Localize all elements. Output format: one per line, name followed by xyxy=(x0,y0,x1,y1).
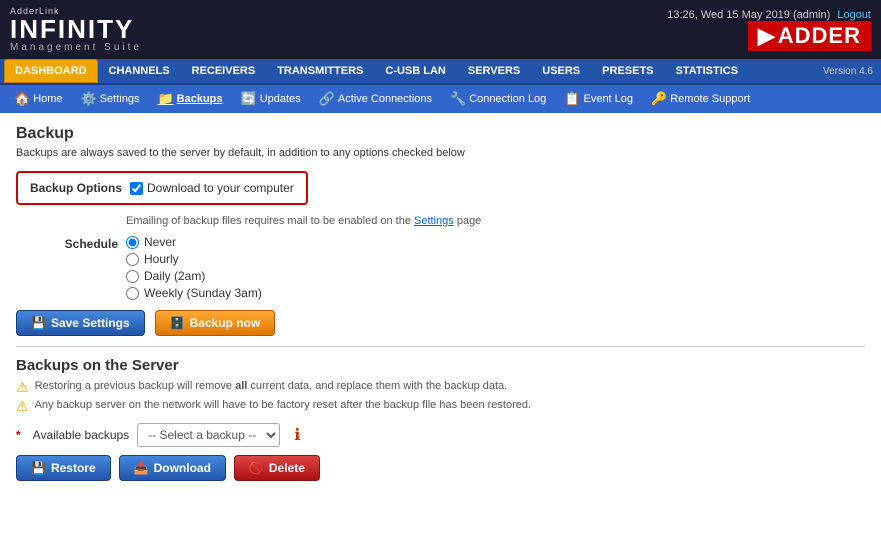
backup-options-box: Backup Options Download to your computer xyxy=(16,171,308,205)
restore-icon: 💾 xyxy=(31,461,46,475)
subnav-settings[interactable]: ⚙️ Settings xyxy=(73,88,148,110)
adder-logo: ▶ADDER xyxy=(748,21,871,51)
logo: AdderLink INFINITY Management Suite xyxy=(10,6,142,53)
event-log-icon: 📋 xyxy=(564,91,580,107)
tab-cusb-lan[interactable]: C-USB LAN xyxy=(374,59,457,83)
warning1-bold: all xyxy=(235,380,247,392)
delete-button[interactable]: 🚫 Delete xyxy=(234,455,320,481)
settings-link[interactable]: Settings xyxy=(414,215,454,227)
sub-nav: 🏠 Home ⚙️ Settings 📁 Backups 🔄 Updates 🔗… xyxy=(0,85,881,113)
home-icon: 🏠 xyxy=(14,91,30,107)
tab-channels[interactable]: CHANNELS xyxy=(98,59,181,83)
schedule-hourly-label: Hourly xyxy=(144,252,179,266)
backup-icon: 🗄️ xyxy=(170,316,185,330)
schedule-weekly-label: Weekly (Sunday 3am) xyxy=(144,286,262,300)
connections-icon: 🔗 xyxy=(319,91,335,107)
tab-statistics[interactable]: STATISTICS xyxy=(665,59,750,83)
settings-icon: ⚙️ xyxy=(81,91,97,107)
header-time: 13:26, Wed 15 May 2019 (admin) Logout xyxy=(667,9,871,21)
remote-support-icon: 🔑 xyxy=(651,91,667,107)
logout-link[interactable]: Logout xyxy=(837,9,871,21)
schedule-never-radio[interactable] xyxy=(126,236,139,249)
schedule-never-label: Never xyxy=(144,235,176,249)
subnav-settings-label: Settings xyxy=(100,93,140,105)
subnav-backups-label: Backups xyxy=(177,93,223,105)
email-note: Emailing of backup files requires mail t… xyxy=(126,215,865,227)
adder-logo-container: ▶ADDER xyxy=(748,21,871,51)
download-checkbox-label: Download to your computer xyxy=(147,181,294,195)
schedule-section: Schedule Never Hourly Daily (2am) Weekly… xyxy=(16,235,865,300)
download-button[interactable]: 📥 Download xyxy=(119,455,226,481)
connection-log-icon: 🔧 xyxy=(450,91,466,107)
save-settings-button[interactable]: 💾 Save Settings xyxy=(16,310,145,336)
updates-icon: 🔄 xyxy=(241,91,257,107)
schedule-hourly-radio[interactable] xyxy=(126,253,139,266)
schedule-never: Never xyxy=(126,235,262,249)
page-title: Backup xyxy=(16,125,865,143)
save-icon: 💾 xyxy=(31,316,46,330)
restore-button[interactable]: 💾 Restore xyxy=(16,455,111,481)
main-content: Backup Backups are always saved to the s… xyxy=(0,113,881,493)
warning-icon-1: ⚠ xyxy=(16,379,29,396)
subnav-updates-label: Updates xyxy=(260,93,301,105)
subnav-remote-support-label: Remote Support xyxy=(670,93,750,105)
adder-brand: ADDER xyxy=(778,23,861,49)
download-checkbox-row: Download to your computer xyxy=(130,181,294,195)
schedule-weekly: Weekly (Sunday 3am) xyxy=(126,286,262,300)
backup-select[interactable]: -- Select a backup -- xyxy=(137,423,280,447)
mgmt-text: Management Suite xyxy=(10,42,142,53)
warning-row-2: ⚠ Any backup server on the network will … xyxy=(16,399,865,415)
warning-row-1: ⚠ Restoring a previous backup will remov… xyxy=(16,380,865,396)
available-star: * xyxy=(16,428,21,442)
tab-servers[interactable]: SERVERS xyxy=(457,59,531,83)
schedule-hourly: Hourly xyxy=(126,252,262,266)
download-icon: 📥 xyxy=(134,461,149,475)
schedule-daily-label: Daily (2am) xyxy=(144,269,205,283)
server-section: Backups on the Server ⚠ Restoring a prev… xyxy=(16,357,865,481)
backups-icon: 📁 xyxy=(157,91,173,107)
server-section-title: Backups on the Server xyxy=(16,357,865,374)
schedule-daily: Daily (2am) xyxy=(126,269,262,283)
backup-now-button[interactable]: 🗄️ Backup now xyxy=(155,310,276,336)
version-badge: Version 4.6 xyxy=(823,66,877,77)
backup-options-container: Backup Options Download to your computer xyxy=(16,171,865,211)
subnav-connections-label: Active Connections xyxy=(338,93,432,105)
tab-presets[interactable]: PRESETS xyxy=(591,59,664,83)
restore-buttons: 💾 Restore 📥 Download 🚫 Delete xyxy=(16,455,865,481)
schedule-options: Never Hourly Daily (2am) Weekly (Sunday … xyxy=(126,235,262,300)
subnav-remote-support[interactable]: 🔑 Remote Support xyxy=(643,88,758,110)
available-backups-row: * Available backups -- Select a backup -… xyxy=(16,423,865,447)
schedule-label: Schedule xyxy=(16,235,126,251)
subnav-home[interactable]: 🏠 Home xyxy=(6,88,71,110)
infinity-text: INFINITY xyxy=(10,16,142,42)
header-right: 13:26, Wed 15 May 2019 (admin) Logout ▶A… xyxy=(667,9,871,51)
download-checkbox[interactable] xyxy=(130,182,143,195)
warning2-text: Any backup server on the network will ha… xyxy=(35,399,532,411)
subnav-active-connections[interactable]: 🔗 Active Connections xyxy=(311,88,440,110)
backup-options-row: Backup Options Download to your computer xyxy=(30,181,294,195)
schedule-daily-radio[interactable] xyxy=(126,270,139,283)
tab-users[interactable]: USERS xyxy=(531,59,591,83)
info-icon: ℹ xyxy=(294,425,300,445)
section-divider xyxy=(16,346,865,347)
subnav-connection-log[interactable]: 🔧 Connection Log xyxy=(442,88,554,110)
tab-dashboard[interactable]: DASHBOARD xyxy=(4,59,98,83)
nav-tabs: DASHBOARD CHANNELS RECEIVERS TRANSMiTTeR… xyxy=(0,59,881,85)
subnav-updates[interactable]: 🔄 Updates xyxy=(233,88,309,110)
delete-icon: 🚫 xyxy=(249,461,264,475)
tab-receivers[interactable]: RECEIVERS xyxy=(181,59,267,83)
warning-icon-2: ⚠ xyxy=(16,398,29,415)
available-backups-label: Available backups xyxy=(33,428,130,442)
subnav-event-log[interactable]: 📋 Event Log xyxy=(556,88,641,110)
header: AdderLink INFINITY Management Suite 13:2… xyxy=(0,0,881,59)
subnav-event-log-label: Event Log xyxy=(583,93,633,105)
subnav-home-label: Home xyxy=(33,93,62,105)
subnav-backups[interactable]: 📁 Backups xyxy=(149,88,230,110)
subnav-connection-log-label: Connection Log xyxy=(469,93,546,105)
tab-transmitters[interactable]: TRANSMiTTeRS xyxy=(266,59,374,83)
action-buttons: 💾 Save Settings 🗄️ Backup now xyxy=(16,310,865,336)
schedule-weekly-radio[interactable] xyxy=(126,287,139,300)
page-description: Backups are always saved to the server b… xyxy=(16,147,865,159)
backup-options-label: Backup Options xyxy=(30,181,122,195)
